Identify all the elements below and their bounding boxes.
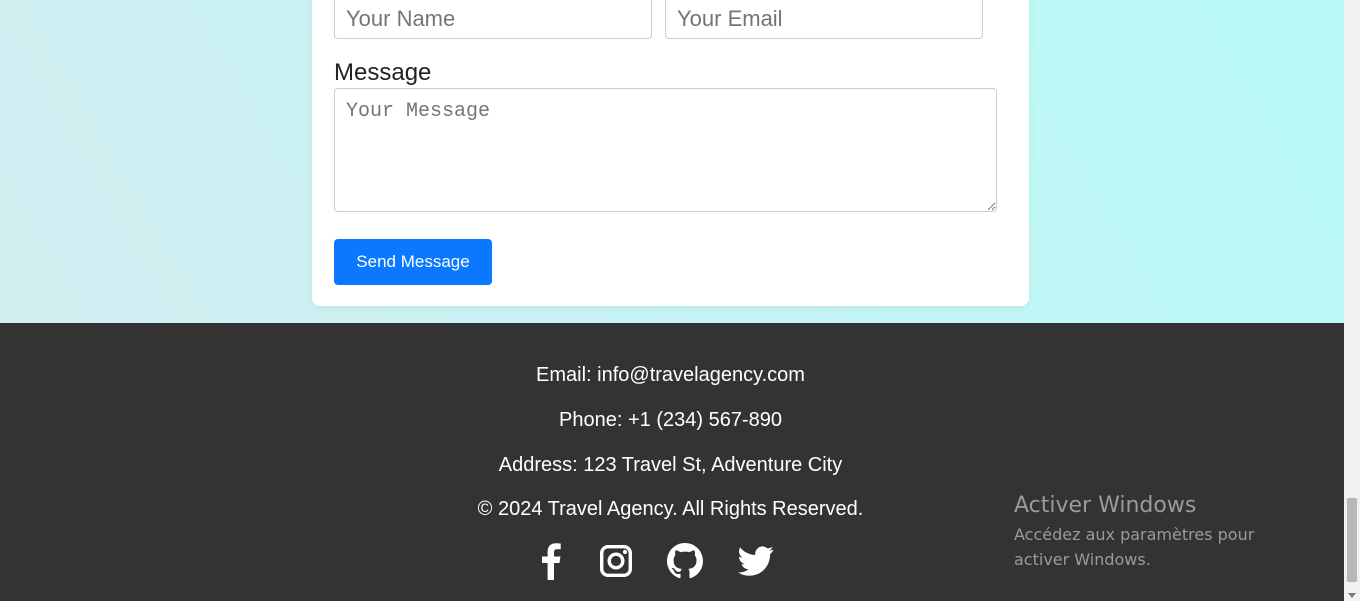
scrollbar-thumb[interactable] [1347, 498, 1357, 582]
instagram-icon [600, 545, 632, 577]
windows-activation-watermark: Activer Windows Accédez aux paramètres p… [1014, 492, 1314, 572]
message-textarea[interactable] [334, 88, 997, 212]
footer-email: Email: info@travelagency.com [536, 364, 805, 386]
footer-address: Address: 123 Travel St, Adventure City [498, 454, 843, 476]
vertical-scrollbar[interactable] [1344, 0, 1360, 601]
email-input[interactable] [665, 0, 983, 39]
footer-phone: Phone: +1 (234) 567-890 [559, 409, 782, 431]
github-link[interactable] [665, 541, 705, 581]
instagram-link[interactable] [596, 541, 636, 581]
watermark-title: Activer Windows [1014, 493, 1197, 518]
contact-section: Message Send Message [0, 0, 1344, 323]
page: Message Send Message Email: info@travela… [0, 0, 1344, 601]
message-label: Message [334, 59, 432, 86]
twitter-link[interactable] [736, 541, 776, 581]
scroll-down-arrow-icon[interactable] [1348, 593, 1356, 598]
github-icon [667, 543, 703, 579]
twitter-icon [738, 546, 774, 576]
contact-form: Message Send Message [312, 0, 1029, 306]
name-input[interactable] [334, 0, 652, 39]
send-message-button[interactable]: Send Message [334, 239, 492, 285]
facebook-link[interactable] [531, 541, 571, 581]
facebook-icon [542, 543, 561, 580]
watermark-text: Accédez aux paramètres pour activer Wind… [1014, 525, 1255, 569]
